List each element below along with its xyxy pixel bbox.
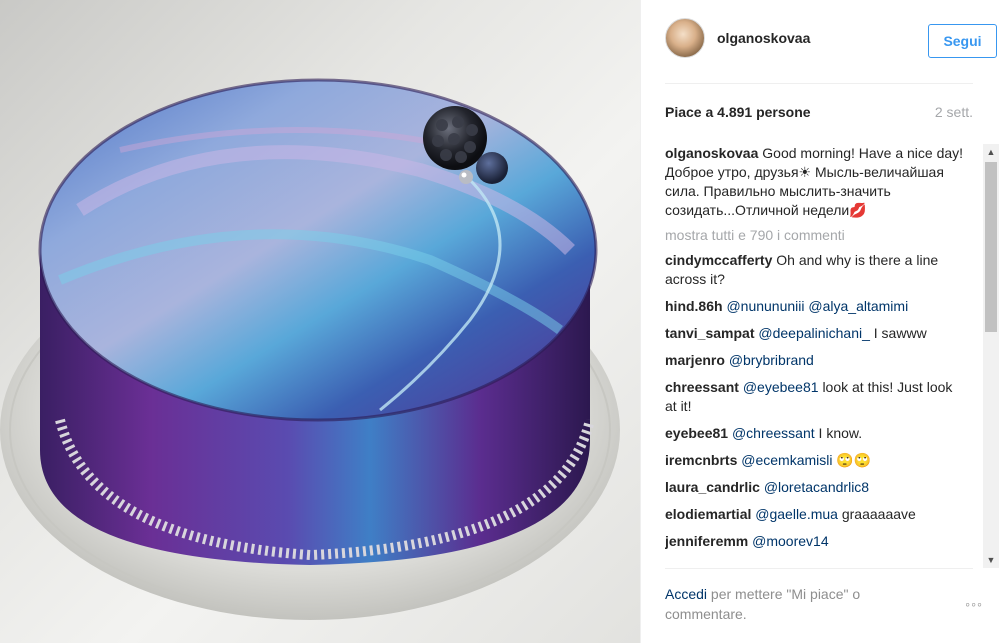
post-footer: Accedi per mettere "Mi piace" o commenta… [665, 584, 983, 628]
comment-mention[interactable]: @loretacandrlic8 [764, 479, 869, 495]
comment-mention[interactable]: @eyebee81 [743, 379, 819, 395]
comment-item: iremcnbrts @ecemkamisli 🙄🙄 [665, 451, 965, 470]
comment-item: eyebee81 @chreessant I know. [665, 424, 965, 443]
scrollbar-thumb[interactable] [985, 162, 997, 332]
comment-username[interactable]: chreessant [665, 379, 739, 395]
likes-row: Piace a 4.891 persone 2 sett. [665, 104, 973, 124]
comment-mention[interactable]: @deepalinichani_ [758, 325, 870, 341]
more-options-icon[interactable]: ◦◦◦ [965, 596, 983, 612]
comment-text: I know. [818, 425, 863, 441]
scroll-down-icon[interactable]: ▼ [983, 552, 999, 568]
login-link[interactable]: Accedi [665, 586, 707, 602]
comment-mention[interactable]: @chreessant [732, 425, 815, 441]
comment-username[interactable]: iremcnbrts [665, 452, 737, 468]
header-divider [665, 83, 973, 84]
footer-divider [665, 568, 973, 569]
post-time[interactable]: 2 sett. [935, 104, 973, 120]
comment-mention[interactable]: @gaelle.mua [755, 506, 838, 522]
comment-username[interactable]: eyebee81 [665, 425, 728, 441]
comment-item: hind.86h @nunununiii @alya_altamimi [665, 297, 965, 316]
comment-mention[interactable]: @ecemkamisli [741, 452, 832, 468]
comment-text: graaaaaave [841, 506, 916, 522]
comment-username[interactable]: marjenro [665, 352, 725, 368]
comments-scrollbar[interactable]: ▲ ▼ [983, 144, 999, 568]
comment-username[interactable]: laura_candrlic [665, 479, 760, 495]
cake-image [0, 78, 620, 620]
comment-mention[interactable]: @moorev14 [752, 533, 828, 549]
comment-username[interactable]: jenniferemm [665, 533, 748, 549]
username[interactable]: olganoskovaa [717, 30, 810, 46]
caption-username[interactable]: olganoskovaa [665, 145, 758, 161]
comments-list[interactable]: olganoskovaa Good morning! Have a nice d… [665, 144, 983, 568]
scroll-up-icon[interactable]: ▲ [983, 144, 999, 160]
avatar[interactable] [665, 18, 705, 58]
login-prompt: Accedi per mettere "Mi piace" o commenta… [665, 584, 915, 624]
comment-username[interactable]: elodiemartial [665, 506, 751, 522]
comment-username[interactable]: hind.86h [665, 298, 723, 314]
comment-text: 🙄🙄 [836, 452, 872, 468]
comment-username[interactable]: cindymccafferty [665, 252, 772, 268]
comment-item: chreessant @eyebee81 look at this! Just … [665, 378, 965, 416]
follow-button[interactable]: Segui [928, 24, 997, 58]
comment-item: cindymccafferty Oh and why is there a li… [665, 251, 965, 289]
comment-mention[interactable]: @brybribrand [729, 352, 814, 368]
caption: olganoskovaa Good morning! Have a nice d… [665, 144, 965, 220]
comment-item: laura_candrlic @loretacandrlic8 [665, 478, 965, 497]
comment-item: marjenro @brybribrand [665, 351, 965, 370]
comment-mention[interactable]: @nunununiii @alya_altamimi [726, 298, 908, 314]
show-all-comments-link[interactable]: mostra tutti e 790 i commenti [665, 227, 983, 243]
likes-count[interactable]: Piace a 4.891 persone [665, 104, 811, 120]
post-side-panel: olganoskovaa Segui Piace a 4.891 persone… [640, 0, 1000, 643]
post-photo[interactable] [0, 0, 640, 643]
comment-item: tanvi_sampat @deepalinichani_ I sawww [665, 324, 965, 343]
comment-item: jenniferemm @moorev14 [665, 532, 965, 551]
post-header: olganoskovaa Segui [665, 18, 997, 64]
comment-item: elodiemartial @gaelle.mua graaaaaave [665, 505, 965, 524]
comment-text: I sawww [873, 325, 927, 341]
comment-username[interactable]: tanvi_sampat [665, 325, 754, 341]
